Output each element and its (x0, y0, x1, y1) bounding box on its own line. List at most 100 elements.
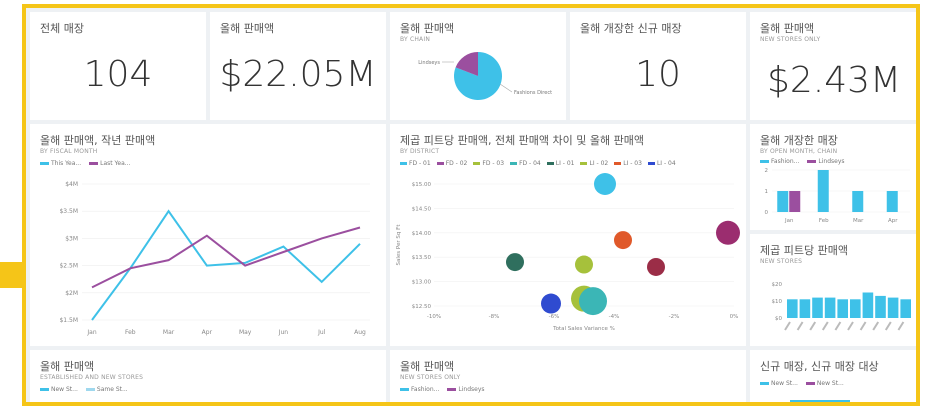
legend-item: New St... (40, 386, 78, 393)
x-tick-label: 0% (730, 314, 739, 320)
tile-title: 올해 개장한 신규 매장 (580, 22, 682, 35)
chart-legend: New St... New St... (760, 380, 844, 387)
x-tick-label-placeholder (859, 321, 867, 331)
tile-district[interactable]: 제곱 피트당 판매액, 전체 판매액 차이 및 올해 판매액 BY DISTRI… (390, 124, 746, 346)
x-tick-label-placeholder (809, 321, 817, 331)
tile-new-stores[interactable]: 올해 개장한 신규 매장 10 (570, 12, 746, 120)
y-tick-label: $1.5M (59, 317, 78, 324)
legend-item: New St... (760, 380, 798, 387)
tile-subtitle: NEW STORES ONLY (400, 374, 461, 381)
bubble (575, 255, 593, 274)
tile-bottom-2[interactable]: 올해 판매액 NEW STORES ONLY Fashion... Lindse… (390, 350, 746, 402)
dashboard-frame: 전체 매장 104 올해 판매액 $22.05M 올해 판매액 BY CHAIN… (22, 4, 920, 406)
bar (850, 299, 861, 318)
x-tick-label: Jan (86, 329, 96, 336)
x-tick-label: Mar (163, 329, 175, 336)
bubble (614, 231, 632, 250)
x-tick-label: Feb (125, 329, 136, 336)
tile-sales[interactable]: 올해 판매액 $22.05M (210, 12, 386, 120)
bar (799, 299, 811, 318)
tile-title: 전체 매장 (40, 22, 84, 35)
chart-legend: New St... Same St... (40, 386, 128, 393)
legend-item: Same St... (85, 386, 128, 393)
tile-bottom-1[interactable]: 올해 판매액 ESTABLISHED AND NEW STORES New St… (30, 350, 386, 402)
bar (875, 295, 886, 318)
bar-chart: 2 1 0 Jan Feb Mar Apr (765, 168, 910, 224)
bar (862, 292, 874, 318)
x-tick-label-placeholder (821, 321, 829, 331)
tile-title: 올해 판매액 (760, 22, 815, 35)
x-tick-label-placeholder (884, 321, 892, 331)
x-tick-label-placeholder (872, 321, 880, 331)
legend-item: New St... (805, 380, 844, 387)
x-tick-label: Mar (853, 218, 864, 224)
y-tick-label: $2.5M (59, 263, 78, 270)
legend-item: Lindseys (447, 386, 485, 393)
tile-new-store-sales[interactable]: 올해 판매액 NEW STORES ONLY $2.43M (750, 12, 916, 120)
x-tick-label-placeholder (796, 321, 804, 331)
y-tick-label: $20 (772, 282, 783, 288)
x-tick-label: Apr (202, 329, 213, 336)
tile-title: 올해 판매액 (220, 22, 275, 35)
x-tick-label-placeholder (784, 321, 791, 331)
tile-bottom-3[interactable]: 신규 매장, 신규 매장 대상 New St... New St... (750, 350, 916, 402)
tile-sqft-sales[interactable]: 제곱 피트당 판매액 NEW STORES $20 $10 $0 (750, 234, 916, 346)
bubble (716, 220, 740, 245)
bar (887, 297, 899, 318)
x-tick-label: -2% (669, 314, 680, 320)
tile-total-stores[interactable]: 전체 매장 104 (30, 12, 206, 120)
x-tick-label: May (239, 329, 252, 336)
bar-stub (790, 400, 850, 402)
kpi-value: 104 (83, 54, 153, 95)
y-tick-label: 2 (765, 168, 769, 174)
kpi-value: $2.43M (766, 60, 902, 101)
tile-title: 신규 매장, 신규 매장 대상 (760, 360, 879, 373)
tile-title: 올해 판매액 (400, 360, 455, 373)
bubble (541, 293, 561, 314)
tile-open-month[interactable]: 올해 개장한 매장 BY OPEN MONTH, CHAIN Fashion..… (750, 124, 916, 230)
x-tick-label: Apr (888, 218, 898, 224)
y-tick-label: $10 (772, 299, 783, 305)
bubble (506, 253, 524, 272)
bar (787, 299, 798, 318)
y-tick-label: $15.00 (412, 182, 432, 188)
tile-sales-by-chain[interactable]: 올해 판매액 BY CHAIN Lindseys Fashions Direct (390, 12, 566, 120)
bar (886, 191, 898, 212)
bar (852, 191, 864, 212)
bar (777, 191, 789, 212)
pie-label-fashions-direct: Fashions Direct (514, 90, 552, 96)
series-line (91, 226, 361, 289)
y-tick-label: $2M (65, 290, 78, 297)
y-tick-label: $12.50 (412, 304, 432, 310)
line-chart: $4M $3.5M $3M $2.5M $2M $1.5M Jan Feb Mar Apr May J… (59, 181, 370, 336)
x-tick-label: Feb (819, 218, 829, 224)
x-tick-label: Jun (278, 329, 289, 336)
bubble-chart: $15.00 $14.50 $14.00 $13.50 $13.00 $12.50 -10%… (396, 173, 740, 332)
pie-chart: Lindseys Fashions Direct (418, 52, 552, 100)
bubble (594, 173, 616, 195)
bar (817, 170, 829, 212)
tile-subtitle: ESTABLISHED AND NEW STORES (40, 374, 144, 381)
bar (824, 297, 836, 318)
bar (812, 297, 823, 318)
y-tick-label: $13.00 (412, 280, 432, 286)
bar (900, 299, 911, 318)
y-tick-label: $0 (775, 316, 782, 322)
x-tick-label-placeholder (847, 321, 854, 331)
tile-title: 올해 판매액 (40, 360, 95, 373)
bar (837, 299, 848, 318)
x-tick-label: -10% (427, 314, 441, 320)
bar-chart: $20 $10 $0 (772, 282, 911, 331)
x-tick-label-placeholder (897, 321, 905, 331)
y-tick-label: $4M (65, 181, 78, 188)
bubble (579, 287, 607, 316)
y-tick-label: $14.00 (412, 231, 432, 237)
chart-legend: Fashion... Lindseys (400, 386, 485, 393)
x-tick-label: -8% (489, 314, 500, 320)
bubble (647, 257, 665, 276)
tile-monthly-sales[interactable]: 올해 판매액, 작년 판매액 BY FISCAL MONTH This Yea.… (30, 124, 386, 346)
x-tick-label: Jul (317, 329, 326, 336)
y-tick-label: $3M (65, 235, 78, 242)
x-tick-label: -4% (609, 314, 620, 320)
x-axis-label: Total Sales Variance % (552, 326, 615, 332)
